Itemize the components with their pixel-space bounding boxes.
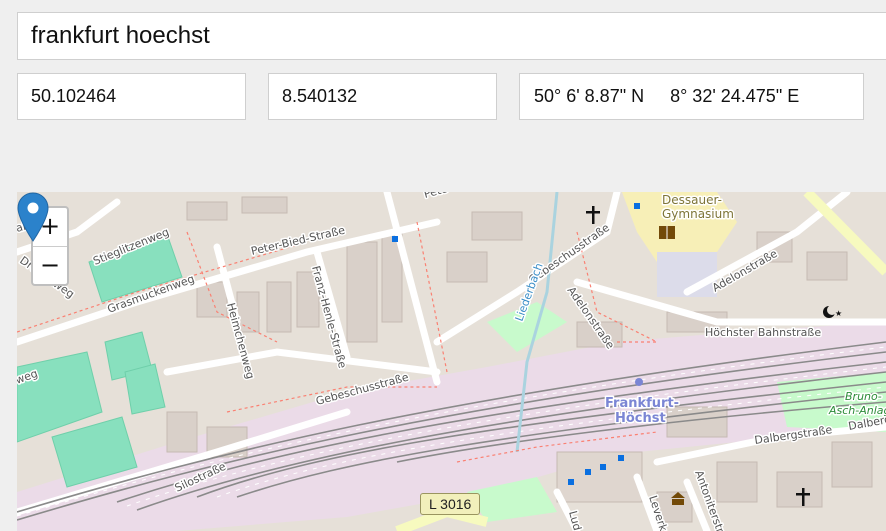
dms-longitude: 8° 32' 24.475" E — [670, 86, 800, 106]
road-shield: L 3016 — [420, 493, 481, 515]
dms-latitude: 50° 6' 8.87" N — [534, 86, 645, 106]
search-input[interactable]: frankfurt hoechst — [17, 12, 886, 60]
school-label: Gymnasium — [662, 207, 734, 221]
school-label: Dessauer- — [662, 193, 722, 207]
latitude-field[interactable]: 50.102464 — [17, 73, 246, 120]
map-view[interactable]: Peter-Bied-Straße Stieglitzenweg Grasmuc… — [17, 192, 886, 531]
zoom-out-button[interactable]: − — [33, 247, 67, 284]
park-label: Bruno- — [845, 390, 882, 403]
map-marker-icon[interactable] — [17, 192, 49, 242]
longitude-field[interactable]: 8.540132 — [268, 73, 497, 120]
station-label: Höchst — [615, 411, 666, 426]
station-icon — [635, 378, 643, 386]
street-label: Höchster Bahnstraße — [705, 326, 821, 339]
svg-text:★: ★ — [835, 309, 842, 318]
map-tiles: Peter-Bied-Straße Stieglitzenweg Grasmuc… — [17, 192, 886, 531]
dms-coordinates-field[interactable]: 50° 6' 8.87" N 8° 32' 24.475" E — [519, 73, 864, 120]
station-label: Frankfurt- — [605, 396, 679, 411]
library-icon — [659, 226, 675, 239]
